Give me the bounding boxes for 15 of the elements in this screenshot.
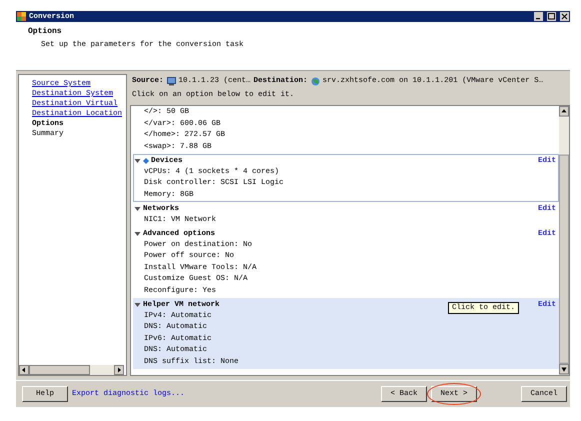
expand-triangle-icon[interactable]	[134, 230, 141, 237]
globe-icon	[310, 76, 320, 86]
maximize-icon[interactable]	[547, 12, 556, 21]
annotation-circle	[427, 383, 481, 405]
expand-triangle-icon[interactable]	[134, 302, 141, 308]
expand-triangle-icon[interactable]	[134, 158, 141, 164]
computer-icon	[166, 76, 176, 86]
close-icon[interactable]	[560, 12, 569, 21]
diamond-icon	[143, 158, 149, 164]
vertical-scrollbar[interactable]	[559, 106, 569, 375]
page-title: Options	[28, 27, 63, 36]
expand-triangle-icon[interactable]	[134, 206, 141, 212]
app-icon	[17, 12, 26, 21]
horizontal-scrollbar[interactable]	[19, 365, 124, 375]
minimize-icon[interactable]	[534, 12, 543, 21]
